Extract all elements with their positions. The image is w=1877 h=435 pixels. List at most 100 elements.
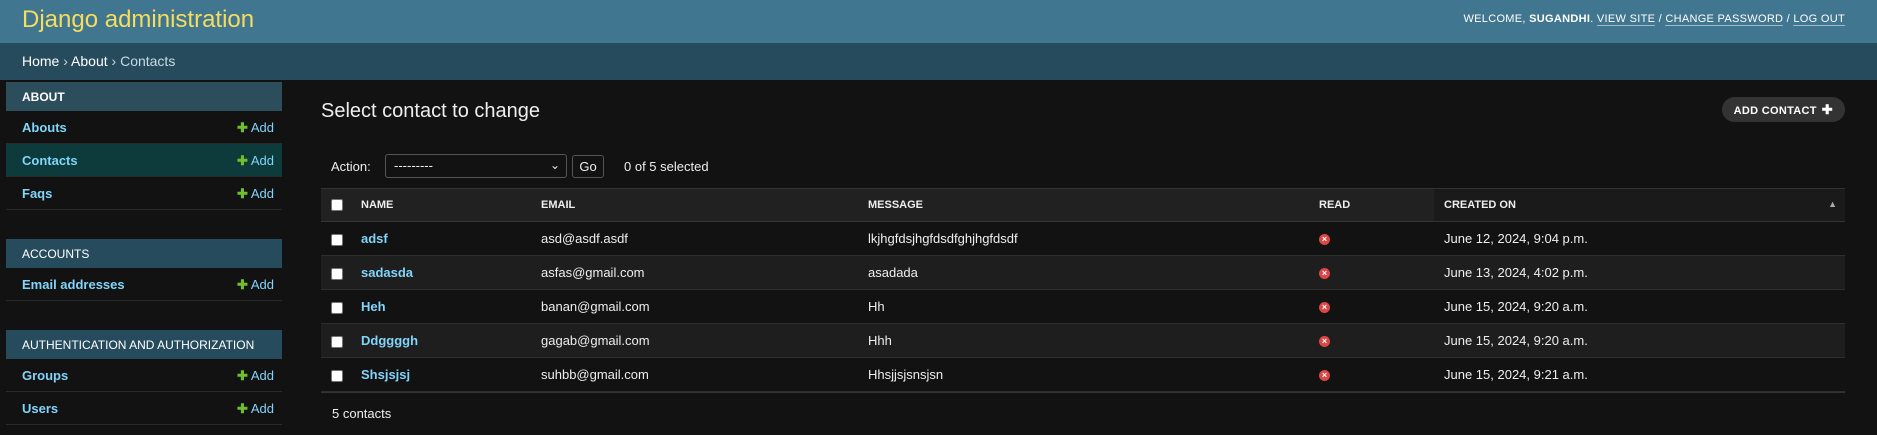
column-header-email[interactable]: Email — [531, 188, 858, 222]
sidebar-item-email-addresses: Email addresses ✚ Add — [6, 268, 282, 301]
action-label: Action: — [331, 159, 371, 174]
contact-name-link[interactable]: adsf — [361, 231, 388, 246]
read-cell: × — [1309, 289, 1434, 324]
add-contact-button[interactable]: Add contact ✚ — [1721, 97, 1845, 122]
welcome-text: Welcome, — [1463, 13, 1526, 25]
created-on-cell: June 13, 2024, 4:02 p.m. — [1434, 255, 1845, 290]
plus-icon: ✚ — [236, 120, 248, 135]
add-users-link[interactable]: ✚ Add — [237, 401, 274, 417]
select-all-header — [321, 188, 351, 222]
column-header-created-on[interactable]: Created on ▲ — [1434, 188, 1845, 222]
table-row: sadasda asfas@gmail.com asadada × June 1… — [321, 255, 1845, 290]
sidebar-item-label[interactable]: Groups — [22, 368, 68, 383]
table-row: Shsjsjsj suhbb@gmail.com Hhsjjsjsnsjsn ×… — [321, 357, 1845, 392]
chevron-down-icon: ⌄ — [549, 158, 560, 172]
plus-icon: ✚ — [236, 186, 248, 201]
go-button[interactable]: Go — [572, 155, 604, 178]
sidebar-item-label[interactable]: Email addresses — [22, 277, 125, 292]
created-on-cell: June 15, 2024, 9:21 a.m. — [1434, 357, 1845, 392]
contact-name-link[interactable]: Shsjsjsj — [361, 367, 410, 382]
name-cell: Shsjsjsj — [351, 357, 531, 392]
sidebar-item-faqs: Faqs ✚ Add — [6, 177, 282, 210]
row-checkbox[interactable] — [331, 267, 343, 280]
sidebar-item-label[interactable]: Faqs — [22, 186, 52, 201]
add-label: Add — [250, 277, 274, 292]
breadcrumb-contacts: Contacts — [120, 53, 176, 69]
row-checkbox[interactable] — [331, 335, 343, 348]
select-all-checkbox[interactable] — [331, 199, 343, 212]
action-select[interactable]: --------- ⌄ — [385, 154, 567, 178]
plus-icon: ✚ — [236, 401, 248, 416]
breadcrumb: Home › About › Contacts — [0, 43, 1877, 80]
table-row: adsf asd@asdf.asdf lkjhgfdsjhgfdsdfghjhg… — [321, 221, 1845, 256]
false-icon: × — [1319, 336, 1330, 348]
message-cell: lkjhgfdsjhgfdsdfghjhgfdsdf — [858, 221, 1309, 256]
column-header-message[interactable]: Message — [858, 188, 1309, 222]
add-faqs-link[interactable]: ✚ Add — [237, 186, 274, 202]
add-label: Add — [250, 186, 274, 201]
message-cell: Hh — [858, 289, 1309, 324]
module-caption-accounts[interactable]: Accounts — [6, 239, 282, 268]
header: Django administration Welcome, Sugandhi.… — [0, 0, 1877, 43]
breadcrumb-about[interactable]: About — [71, 53, 108, 69]
row-checkbox-cell — [321, 289, 351, 324]
created-on-cell: June 15, 2024, 9:20 a.m. — [1434, 289, 1845, 324]
message-cell: asadada — [858, 255, 1309, 290]
message-cell: Hhh — [858, 323, 1309, 358]
row-checkbox-cell — [321, 357, 351, 392]
sidebar-item-label[interactable]: Contacts — [22, 153, 78, 168]
row-checkbox-cell — [321, 221, 351, 256]
add-label: Add — [250, 368, 274, 383]
sidebar-item-contacts: Contacts ✚ Add — [6, 144, 282, 177]
add-contact-label: Add contact — [1733, 105, 1817, 117]
paginator: 5 contacts — [332, 406, 392, 421]
log-out-link[interactable]: Log out — [1793, 13, 1845, 26]
add-email-addresses-link[interactable]: ✚ Add — [237, 277, 274, 293]
false-icon: × — [1319, 370, 1330, 382]
row-checkbox[interactable] — [331, 233, 343, 246]
read-cell: × — [1309, 255, 1434, 290]
column-header-label: Created on — [1444, 199, 1516, 211]
sidebar-item-label[interactable]: Users — [22, 401, 58, 416]
sidebar: About Abouts ✚ Add Contacts ✚ Add Faqs ✚ Ad… — [6, 82, 282, 435]
selected-count: 0 of 5 selected — [624, 159, 709, 174]
contact-name-link[interactable]: sadasda — [361, 265, 413, 280]
row-checkbox-cell — [321, 255, 351, 290]
sort-ascending-icon[interactable]: ▲ — [1828, 199, 1837, 209]
name-cell: Heh — [351, 289, 531, 324]
read-cell: × — [1309, 221, 1434, 256]
created-on-cell: June 15, 2024, 9:20 a.m. — [1434, 323, 1845, 358]
add-contacts-link[interactable]: ✚ Add — [237, 153, 274, 169]
column-header-read[interactable]: Read — [1309, 188, 1434, 222]
name-cell: adsf — [351, 221, 531, 256]
false-icon: × — [1319, 234, 1330, 246]
contact-name-link[interactable]: Ddggggh — [361, 333, 418, 348]
divider — [321, 392, 1845, 393]
view-site-link[interactable]: View site — [1596, 13, 1656, 26]
name-cell: sadasda — [351, 255, 531, 290]
row-checkbox[interactable] — [331, 301, 343, 314]
plus-icon: ✚ — [236, 153, 248, 168]
plus-icon: ✚ — [1821, 102, 1833, 117]
breadcrumb-home[interactable]: Home — [22, 53, 59, 69]
row-checkbox[interactable] — [331, 369, 343, 382]
add-label: Add — [250, 153, 274, 168]
contact-name-link[interactable]: Heh — [361, 299, 386, 314]
plus-icon: ✚ — [236, 368, 248, 383]
false-icon: × — [1319, 302, 1330, 314]
column-header-name[interactable]: Name — [351, 188, 531, 222]
read-cell: × — [1309, 323, 1434, 358]
module-caption-authentication[interactable]: Authentication and Authorization — [6, 330, 282, 359]
plus-icon: ✚ — [236, 277, 248, 292]
message-cell: Hhsjjsjsnsjsn — [858, 357, 1309, 392]
sidebar-item-label[interactable]: Abouts — [22, 120, 67, 135]
result-table: Name Email Message Read Created on ▲ adsf… — [321, 188, 1845, 392]
change-password-link[interactable]: Change password — [1665, 13, 1784, 26]
add-groups-link[interactable]: ✚ Add — [237, 368, 274, 384]
module-caption-about[interactable]: About — [6, 82, 282, 111]
module-spacer — [6, 210, 282, 239]
add-abouts-link[interactable]: ✚ Add — [237, 120, 274, 136]
add-label: Add — [250, 120, 274, 135]
name-cell: Ddggggh — [351, 323, 531, 358]
site-title[interactable]: Django administration — [22, 6, 254, 34]
